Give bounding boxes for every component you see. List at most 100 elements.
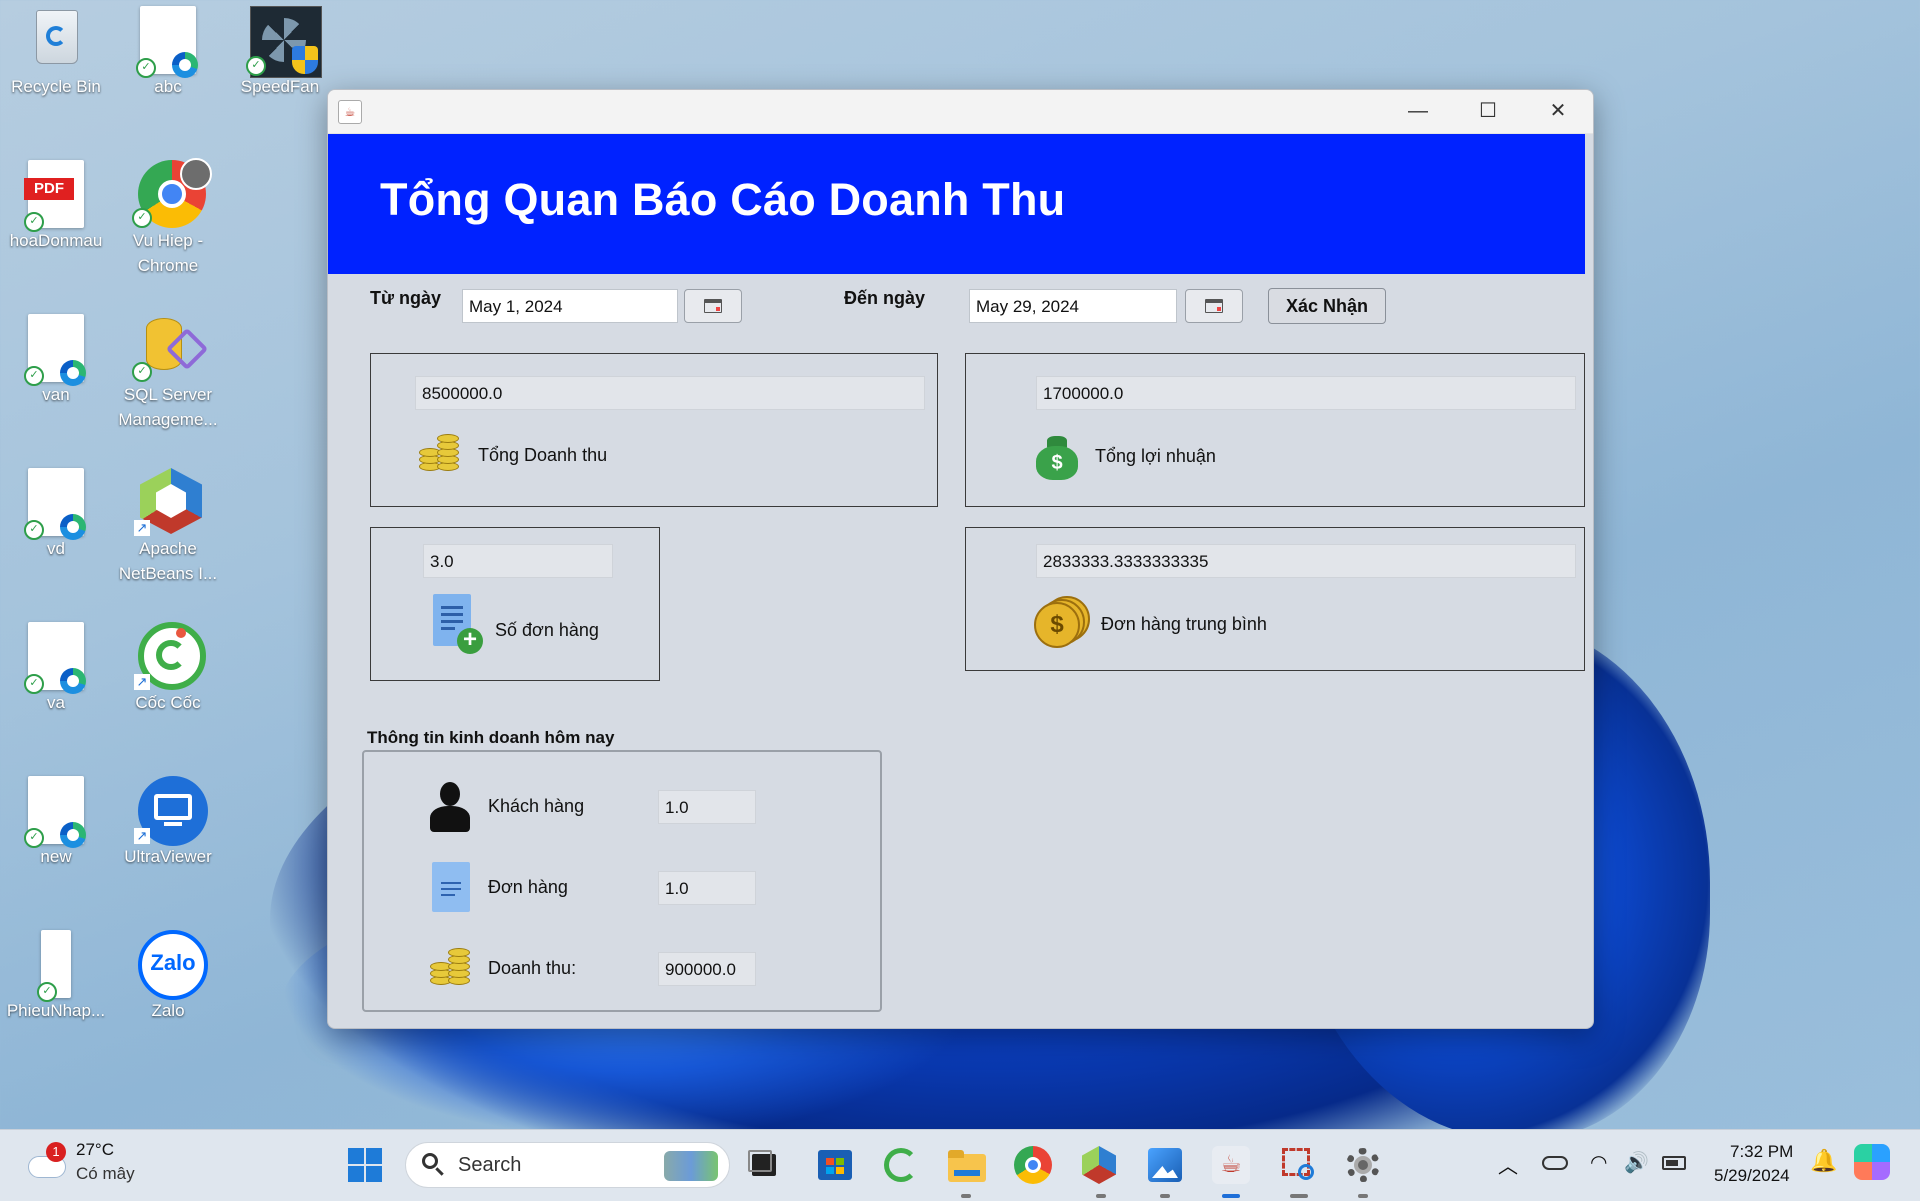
- desktop-icon-recycle-bin[interactable]: Recycle Bin: [6, 6, 106, 99]
- document-icon: ✓: [24, 314, 88, 386]
- search-icon: [422, 1153, 438, 1169]
- photos-icon[interactable]: [1144, 1144, 1186, 1186]
- desktop-icon-va[interactable]: ✓ va: [6, 622, 106, 715]
- desktop-icon-hoadonmau[interactable]: PDF ✓ hoaDonmau: [6, 160, 106, 253]
- file-explorer-icon[interactable]: [946, 1144, 988, 1186]
- desktop-icon-abc[interactable]: ✓ abc: [118, 6, 218, 99]
- title-bar: ☕ — ☐ ✕: [328, 90, 1593, 134]
- report-window: ☕ — ☐ ✕ Tổng Quan Báo Cáo Doanh Thu Từ n…: [327, 89, 1594, 1029]
- zalo-icon: Zalo: [136, 930, 208, 1000]
- to-date-picker-button[interactable]: [1185, 289, 1243, 323]
- today-customers-value: 1.0: [658, 790, 756, 824]
- desktop-icon-label: SQL Server Manageme...: [118, 385, 218, 429]
- desktop-icon-label: Zalo: [151, 1001, 185, 1020]
- desktop-icon-chrome[interactable]: ✓ Vu Hiep - Chrome: [118, 158, 218, 278]
- weather-alert-badge: 1: [46, 1142, 66, 1162]
- minimize-button[interactable]: —: [1383, 90, 1453, 133]
- desktop-icon-zalo[interactable]: Zalo Zalo: [118, 930, 218, 1023]
- today-orders-label: Đơn hàng: [488, 877, 568, 897]
- notification-bell-icon[interactable]: 🔔: [1810, 1148, 1837, 1174]
- clock-date[interactable]: 5/29/2024: [1714, 1166, 1790, 1186]
- desktop-icon-coccoc[interactable]: ↗ Cốc Cốc: [118, 622, 218, 715]
- coccoc-icon: ↗: [134, 622, 206, 690]
- document-icon: ✓: [24, 468, 88, 540]
- from-date-field[interactable]: May 1, 2024: [462, 289, 678, 323]
- customer-icon: [428, 782, 472, 832]
- to-date-label: Đến ngày: [844, 288, 926, 308]
- desktop-icon-van[interactable]: ✓ van: [6, 314, 106, 407]
- onedrive-icon[interactable]: [1542, 1156, 1568, 1170]
- pdf-file-icon: PDF ✓: [24, 160, 88, 232]
- coins-icon: [430, 946, 474, 990]
- desktop-icon-label: vd: [47, 539, 65, 558]
- coccoc-taskbar-icon[interactable]: [880, 1144, 922, 1186]
- total-profit-value: 1700000.0: [1036, 376, 1576, 410]
- clock-time[interactable]: 7:32 PM: [1730, 1142, 1793, 1162]
- settings-gear-icon[interactable]: [1342, 1144, 1384, 1186]
- document-icon: ✓: [136, 6, 200, 78]
- desktop-icon-phieunhap[interactable]: ✓ PhieuNhap...: [6, 930, 106, 1023]
- running-indicator: [1290, 1194, 1308, 1198]
- order-count-value: 3.0: [423, 544, 613, 578]
- store-icon[interactable]: [814, 1144, 856, 1186]
- taskbar-search[interactable]: Search: [405, 1142, 730, 1188]
- money-bag-icon: $: [1034, 434, 1080, 480]
- sql-server-icon: ✓: [132, 314, 209, 382]
- running-indicator: [1160, 1194, 1170, 1198]
- netbeans-taskbar-icon[interactable]: [1078, 1144, 1120, 1186]
- total-revenue-value: 8500000.0: [415, 376, 925, 410]
- battery-icon[interactable]: [1662, 1156, 1686, 1170]
- wifi-icon[interactable]: ◠: [1590, 1150, 1607, 1175]
- close-button[interactable]: ✕: [1523, 90, 1593, 133]
- chrome-icon: ✓: [132, 158, 212, 228]
- java-app-icon: ☕: [338, 100, 362, 124]
- desktop-icon-netbeans[interactable]: ↗ Apache NetBeans I...: [118, 468, 218, 586]
- confirm-button[interactable]: Xác Nhận: [1268, 288, 1386, 324]
- desktop-icon-vd[interactable]: ✓ vd: [6, 468, 106, 561]
- snipping-tool-icon[interactable]: [1276, 1144, 1318, 1186]
- recycle-bin-icon: [24, 6, 88, 70]
- desktop-icon-label: Vu Hiep - Chrome: [132, 231, 204, 275]
- start-button[interactable]: [344, 1144, 386, 1186]
- task-view-icon[interactable]: [744, 1144, 786, 1186]
- desktop-icon-label: PhieuNhap...: [6, 1001, 106, 1020]
- order-count-label: Số đơn hàng: [495, 620, 599, 640]
- copilot-icon[interactable]: [1854, 1144, 1890, 1180]
- to-date-field[interactable]: May 29, 2024: [969, 289, 1177, 323]
- desktop-icon-ultraviewer[interactable]: ↗ UltraViewer: [118, 776, 218, 869]
- today-customers-label: Khách hàng: [488, 796, 585, 816]
- taskbar: 1 27°C Có mây Search ☕ ︿ ◠ 🔊 7:32 PM 5/2…: [0, 1129, 1920, 1201]
- desktop-icon-label: Apache NetBeans I...: [118, 539, 218, 583]
- from-date-picker-button[interactable]: [684, 289, 742, 323]
- desktop-icon-label: SpeedFan: [240, 77, 320, 96]
- chevron-up-icon[interactable]: ︿: [1498, 1150, 1518, 1179]
- java-taskbar-icon[interactable]: ☕: [1210, 1144, 1252, 1186]
- desktop-icon-label: Recycle Bin: [11, 77, 101, 96]
- document-icon: ✓: [24, 622, 88, 694]
- running-indicator: [961, 1194, 971, 1198]
- total-profit-label: Tổng lợi nhuận: [1095, 446, 1216, 466]
- chrome-taskbar-icon[interactable]: [1012, 1144, 1054, 1186]
- today-orders-value: 1.0: [658, 871, 756, 905]
- coins-icon: [419, 432, 463, 476]
- average-order-value: 2833333.3333333335: [1036, 544, 1576, 578]
- running-indicator: [1358, 1194, 1368, 1198]
- desktop-icon-speedfan[interactable]: ✓ SpeedFan: [230, 6, 330, 99]
- order-document-icon: [432, 862, 472, 914]
- desktop-icon-new[interactable]: ✓ new: [6, 776, 106, 869]
- volume-icon[interactable]: 🔊: [1624, 1150, 1649, 1175]
- running-indicator: [1096, 1194, 1106, 1198]
- desktop-icon-label: UltraViewer: [124, 847, 212, 866]
- from-date-label: Từ ngày: [370, 288, 442, 308]
- average-order-label: Đơn hàng trung bình: [1101, 614, 1267, 634]
- calendar-icon: [1205, 299, 1223, 313]
- desktop-icon-label: van: [42, 385, 70, 404]
- desktop-icon-sql-server[interactable]: ✓ SQL Server Manageme...: [118, 314, 218, 432]
- weather-widget[interactable]: 1: [26, 1142, 66, 1178]
- today-revenue-value: 900000.0: [658, 952, 756, 986]
- desktop-icon-label: hoaDonmau: [9, 231, 103, 250]
- maximize-button[interactable]: ☐: [1453, 90, 1523, 133]
- document-icon: ✓: [24, 930, 88, 1002]
- total-profit-card: 1700000.0 $ Tổng lợi nhuận: [965, 353, 1585, 507]
- ultraviewer-icon: ↗: [134, 776, 208, 846]
